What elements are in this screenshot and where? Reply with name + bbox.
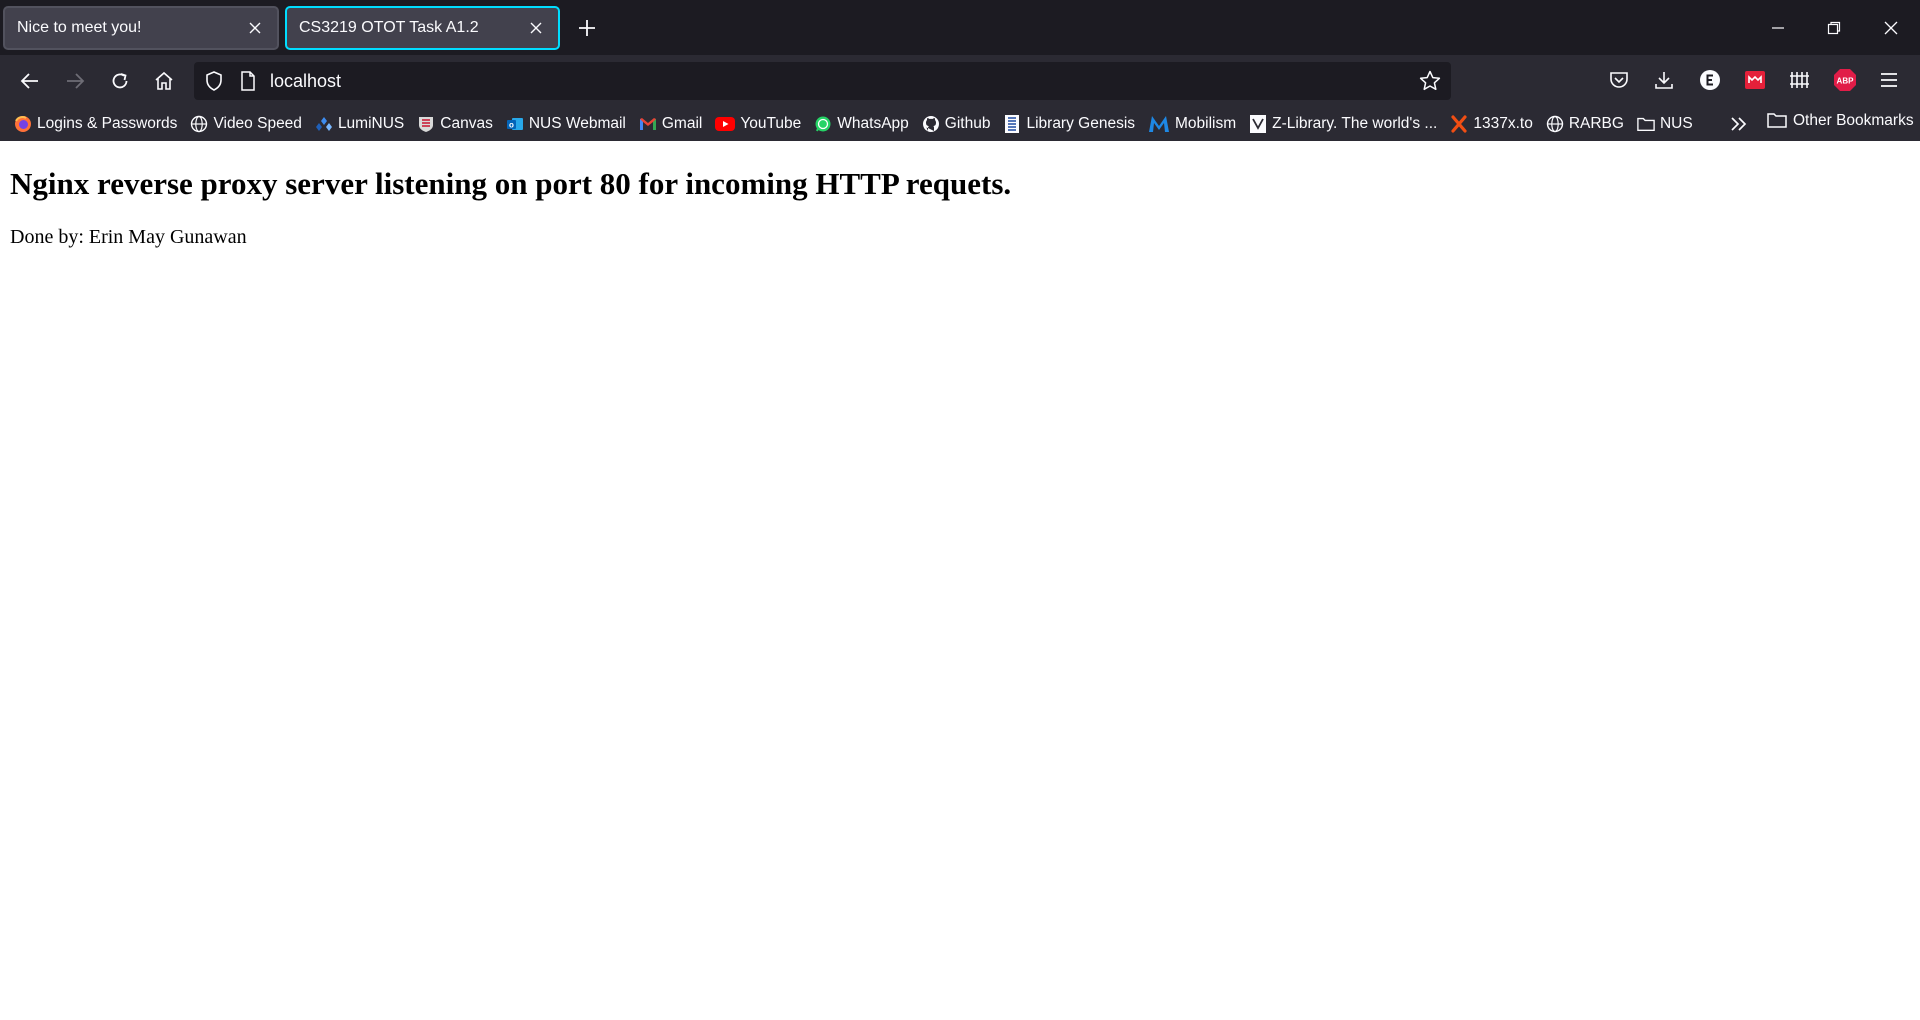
back-button[interactable] [14,65,46,97]
reload-icon [112,73,128,89]
chevron-double-right-icon [1731,117,1747,131]
bookmark-nus-webmail[interactable]: o NUS Webmail [506,115,626,133]
bookmark-github[interactable]: Github [922,114,991,133]
navigation-toolbar: localhost ABP [0,55,1920,106]
tab-title: CS3219 OTOT Task A1.2 [299,19,479,36]
extension-e-icon [1700,70,1720,90]
star-icon[interactable] [1418,69,1442,93]
bookmark-rarbg[interactable]: RARBG [1546,115,1624,133]
minimize-button[interactable] [1764,14,1792,42]
bookmark-library-genesis[interactable]: Library Genesis [1003,114,1136,133]
tab-title: Nice to meet you! [17,19,142,36]
github-icon [922,115,940,133]
bookmark-whatsapp[interactable]: WhatsApp [814,115,909,133]
bookmark-label: Canvas [440,114,493,132]
library-button[interactable] [1786,66,1814,94]
home-icon [155,71,173,90]
globe-icon [1546,115,1564,133]
home-button[interactable] [148,65,180,97]
canvas-icon [417,115,435,133]
page-heading: Nginx reverse proxy server listening on … [10,166,1012,201]
arrow-left-icon [20,73,38,89]
bookmark-label: Github [944,114,991,132]
gmail-icon [639,115,657,133]
download-icon [1655,72,1673,89]
bookmark-label: Video Speed [213,114,302,132]
bookmark-logins-passwords[interactable]: Logins & Passwords [14,115,177,133]
minimize-icon [1772,27,1784,29]
page-content: Nginx reverse proxy server listening on … [0,141,1920,1020]
adblock-plus-button[interactable]: ABP [1831,66,1859,94]
youtube-icon [715,115,736,133]
pocket-button[interactable] [1605,66,1633,94]
close-icon[interactable] [245,18,265,38]
extension-red-icon [1745,71,1765,89]
menu-button[interactable] [1875,66,1903,94]
new-tab-button[interactable] [574,15,600,41]
bookmark-label: NUS [1659,114,1693,132]
bookmarks-toolbar: Logins & Passwords Video Speed LumiNUS C… [0,106,1920,141]
library-icon [1790,72,1809,88]
other-bookmarks-label: Other Bookmarks [1793,112,1914,129]
bookmark-label: Library Genesis [1026,114,1136,132]
adblock-plus-icon: ABP [1834,69,1856,91]
close-icon [1884,21,1898,35]
title-bar: Nice to meet you! CS3219 OTOT Task A1.2 [0,0,1920,55]
globe-icon [190,115,208,133]
luminus-icon [315,115,333,133]
svg-text:ABP: ABP [1837,77,1855,86]
bookmark-video-speed[interactable]: Video Speed [190,115,302,133]
tab-cs3219-otot[interactable]: CS3219 OTOT Task A1.2 [285,6,560,50]
reload-button[interactable] [104,65,136,97]
page-icon[interactable] [236,69,260,93]
libgen-icon [1003,114,1021,133]
url-text[interactable]: localhost [270,71,341,92]
extension-red-button[interactable] [1741,66,1769,94]
bookmark-label: NUS Webmail [528,114,626,132]
url-bar[interactable]: localhost [194,62,1451,100]
window-close-button[interactable] [1877,14,1905,42]
bookmark-label: YouTube [740,114,802,132]
bookmark-label: LumiNUS [337,114,405,132]
bookmark-1337x[interactable]: 1337x.to [1450,114,1533,133]
outlook-icon: o [506,115,524,133]
mobilism-icon [1148,115,1170,133]
hamburger-menu-icon [1881,73,1897,87]
plus-icon [579,20,595,36]
bookmark-gmail[interactable]: Gmail [639,115,702,133]
bookmark-youtube[interactable]: YouTube [715,115,801,133]
bookmark-z-library[interactable]: Z-Library. The world's ... [1249,114,1438,133]
shield-icon[interactable] [202,69,226,93]
bookmark-label: 1337x.to [1473,114,1533,132]
tab-nice-to-meet-you[interactable]: Nice to meet you! [3,6,279,50]
bookmark-label: Mobilism [1175,114,1237,132]
restore-icon [1827,21,1841,35]
bookmark-luminus[interactable]: LumiNUS [315,115,404,133]
bookmark-label: Gmail [661,114,703,132]
close-icon[interactable] [526,18,546,38]
bookmark-folder-nus[interactable]: NUS [1637,115,1693,133]
zlibrary-icon [1249,114,1267,133]
bookmark-label: Z-Library. The world's ... [1272,114,1438,132]
1337x-icon [1450,114,1468,133]
bookmark-label: RARBG [1568,114,1624,132]
pocket-icon [1610,72,1628,88]
forward-button[interactable] [59,65,91,97]
downloads-button[interactable] [1650,66,1678,94]
svg-text:o: o [509,120,514,129]
bookmark-mobilism[interactable]: Mobilism [1148,115,1236,133]
bookmarks-overflow-button[interactable] [1728,114,1750,134]
extension-e-button[interactable] [1696,66,1724,94]
whatsapp-icon [814,115,832,133]
author-byline: Done by: Erin May Gunawan [10,226,247,248]
restore-button[interactable] [1820,14,1848,42]
other-bookmarks-folder[interactable]: Other Bookmarks [1767,112,1914,130]
folder-icon [1767,112,1787,130]
bookmark-canvas[interactable]: Canvas [417,115,493,133]
bookmark-label: WhatsApp [837,114,909,132]
firefox-icon [14,115,32,133]
folder-icon [1637,115,1655,133]
bookmark-label: Logins & Passwords [37,114,178,132]
arrow-right-icon [67,73,85,89]
